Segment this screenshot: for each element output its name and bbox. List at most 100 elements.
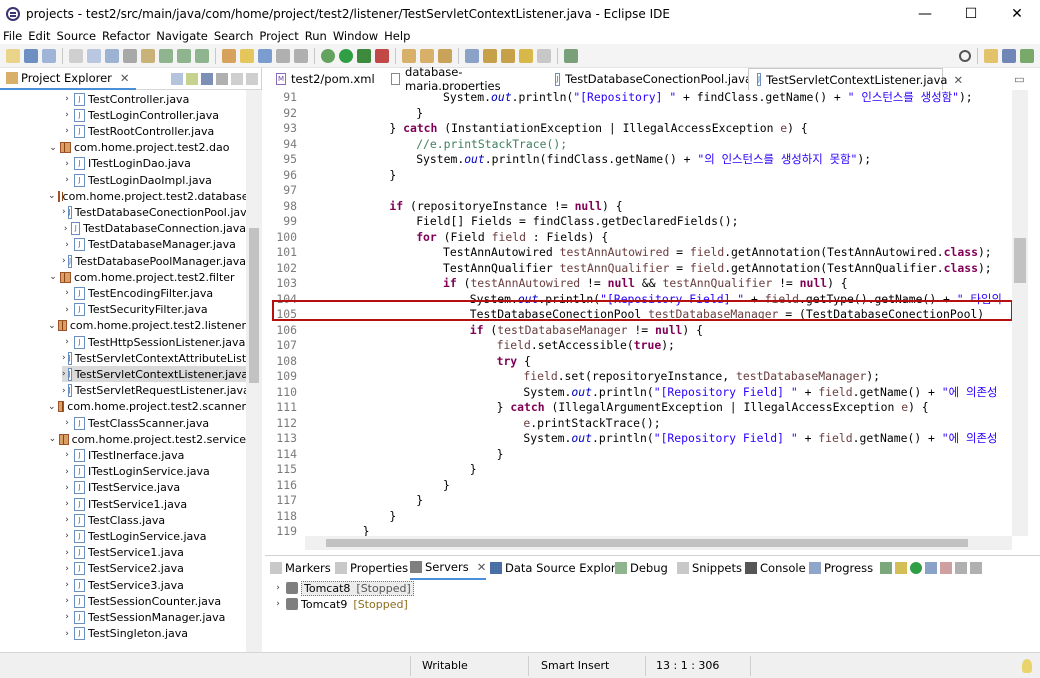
expand-icon[interactable]: ›: [62, 531, 72, 541]
connect-icon[interactable]: [141, 48, 155, 63]
search-tool-icon[interactable]: [465, 48, 479, 63]
code-line[interactable]: 102 TestAnnQualifier testAnnQualifier = f…: [265, 261, 1012, 277]
maximize-view-icon[interactable]: [246, 72, 258, 85]
code-line[interactable]: 93} catch (InstantiationException | Ille…: [265, 121, 1012, 137]
tree-file[interactable]: › J TestService3.java: [62, 577, 246, 593]
new-icon[interactable]: [6, 48, 20, 63]
tree-file[interactable]: › J TestSingleton.java: [62, 626, 246, 642]
collapse-icon[interactable]: ⌄: [48, 321, 56, 331]
code-line[interactable]: 108 try {: [265, 354, 1012, 370]
tree-package[interactable]: ⌄ com.home.project.test2.service: [48, 431, 246, 447]
coverage-icon[interactable]: [357, 48, 371, 63]
close-icon[interactable]: ✕: [120, 71, 130, 85]
tree-file[interactable]: › J TestSecurityFilter.java: [62, 302, 246, 318]
skip-breakpoints-icon[interactable]: [105, 48, 119, 63]
minimize-view-icon[interactable]: [231, 72, 243, 85]
code-line[interactable]: 99 Field[] Fields = findClass.getDeclared…: [265, 214, 1012, 230]
expand-icon[interactable]: ›: [62, 596, 72, 606]
tree-package[interactable]: ⌄ com.home.project.test2.dao: [48, 140, 246, 156]
expand-icon[interactable]: ›: [62, 515, 72, 525]
code-line[interactable]: 107 field.setAccessible(true);: [265, 338, 1012, 354]
code-line[interactable]: 110 System.out.println("[Repository Field…: [265, 385, 1012, 401]
expand-icon[interactable]: ›: [62, 369, 66, 379]
debug-perspective-icon[interactable]: [1020, 48, 1034, 63]
tree-file[interactable]: › J TestDatabaseConnection.java: [62, 221, 246, 237]
forward-icon[interactable]: [537, 48, 551, 63]
step-return-icon[interactable]: [195, 48, 209, 63]
code-line[interactable]: 96}: [265, 168, 1012, 184]
previous-annotation-icon[interactable]: [501, 48, 515, 63]
tree-package[interactable]: ⌄ com.home.project.test2.scanner: [48, 399, 246, 415]
tree-file[interactable]: › J TestDatabasePoolManager.java: [62, 253, 246, 269]
tree-file[interactable]: › J TestLoginController.java: [62, 107, 246, 123]
tab-servers[interactable]: Servers ✕: [410, 556, 487, 580]
tab-console[interactable]: Console: [745, 556, 806, 580]
menu-project[interactable]: Project: [256, 29, 301, 43]
tip-icon[interactable]: [1022, 659, 1032, 673]
tab-debug[interactable]: Debug: [615, 556, 668, 580]
maximize-button[interactable]: ☐: [948, 0, 994, 28]
minimize-editor-icon[interactable]: ▭: [1014, 72, 1025, 86]
code-line[interactable]: 92}: [265, 106, 1012, 122]
collapse-icon[interactable]: ⌄: [48, 272, 58, 282]
server-row-tomcat9[interactable]: › Tomcat9 [Stopped]: [273, 596, 408, 612]
new-class-icon[interactable]: [438, 48, 452, 63]
code-line[interactable]: 112 e.printStackTrace();: [265, 416, 1012, 432]
menu-help[interactable]: Help: [381, 29, 413, 43]
expand-icon[interactable]: ›: [62, 224, 69, 234]
search-icon[interactable]: [959, 49, 971, 62]
expand-icon[interactable]: ›: [62, 467, 72, 477]
tab-markers[interactable]: Markers: [270, 556, 331, 580]
external-tools-icon[interactable]: [375, 48, 389, 63]
editor-tab-servletcontextlistener[interactable]: J TestServletContextListener.java ✕: [748, 68, 963, 90]
expand-icon[interactable]: ›: [62, 288, 72, 298]
new-java-project-icon[interactable]: [402, 48, 416, 63]
tree-package[interactable]: ⌄ com.home.project.test2.database: [48, 188, 249, 204]
code-line[interactable]: 109 field.set(repositoryeInstance, testDa…: [265, 369, 1012, 385]
code-line[interactable]: 97: [265, 183, 1012, 199]
editor-minimize[interactable]: ▭: [1008, 68, 1038, 90]
tree-file[interactable]: › J TestDatabaseConectionPool.java: [62, 204, 253, 220]
editor-vertical-thumb[interactable]: [1014, 238, 1026, 283]
expand-icon[interactable]: ›: [62, 629, 72, 639]
code-line[interactable]: 94 //e.printStackTrace();: [265, 137, 1012, 153]
restart-server-icon[interactable]: [925, 562, 937, 574]
expand-icon[interactable]: ›: [62, 256, 66, 266]
expand-icon[interactable]: ›: [273, 599, 283, 609]
tree-package[interactable]: ⌄ com.home.project.test2.listener: [48, 318, 246, 334]
pin-editor-icon[interactable]: [564, 48, 578, 63]
editor-tab-pom[interactable]: M test2/pom.xml: [270, 68, 385, 90]
code-line[interactable]: 117}: [265, 493, 1012, 509]
close-button[interactable]: ✕: [994, 0, 1040, 28]
expand-icon[interactable]: ›: [62, 483, 72, 493]
code-line[interactable]: 114}: [265, 447, 1012, 463]
menu-source[interactable]: Source: [54, 29, 100, 43]
view-menu-icon[interactable]: [970, 562, 982, 574]
code-line[interactable]: 115}: [265, 462, 1012, 478]
tab-project-explorer[interactable]: Project Explorer ✕: [0, 67, 136, 90]
tree-file[interactable]: › J TestServletContextAttributeListe: [62, 350, 253, 366]
tree-file[interactable]: › J TestClassScanner.java: [62, 415, 246, 431]
highlight-icon[interactable]: [240, 48, 254, 63]
editor-vertical-scrollbar[interactable]: [1012, 90, 1028, 536]
expand-icon[interactable]: ›: [62, 126, 72, 136]
code-line[interactable]: 106 if (testDatabaseManager != null) {: [265, 323, 1012, 339]
open-perspective-icon[interactable]: [984, 48, 998, 63]
step-into-icon[interactable]: [159, 48, 173, 63]
tree-file[interactable]: › J TestServletRequestListener.java: [62, 383, 250, 399]
code-line[interactable]: 100 for (Field field : Fields) {: [265, 230, 1012, 246]
view-menu-icon[interactable]: [216, 72, 228, 85]
menu-file[interactable]: File: [0, 29, 25, 43]
code-line[interactable]: 116}: [265, 478, 1012, 494]
tree-file[interactable]: › J ITestService1.java: [62, 496, 246, 512]
code-line[interactable]: 95 System.out.println(findClass.getName()…: [265, 152, 1012, 168]
expand-icon[interactable]: ›: [62, 207, 66, 217]
collapse-icon[interactable]: ⌄: [48, 191, 56, 201]
menu-refactor[interactable]: Refactor: [99, 29, 153, 43]
code-line[interactable]: 91 System.out.println("[Repository] " + f…: [265, 90, 1012, 106]
tree-file[interactable]: › J ITestLoginService.java: [62, 464, 246, 480]
tree-file[interactable]: › J TestLoginService.java: [62, 528, 246, 544]
expand-icon[interactable]: ›: [62, 564, 72, 574]
filter-icon[interactable]: [201, 72, 213, 85]
expand-icon[interactable]: ›: [62, 548, 72, 558]
